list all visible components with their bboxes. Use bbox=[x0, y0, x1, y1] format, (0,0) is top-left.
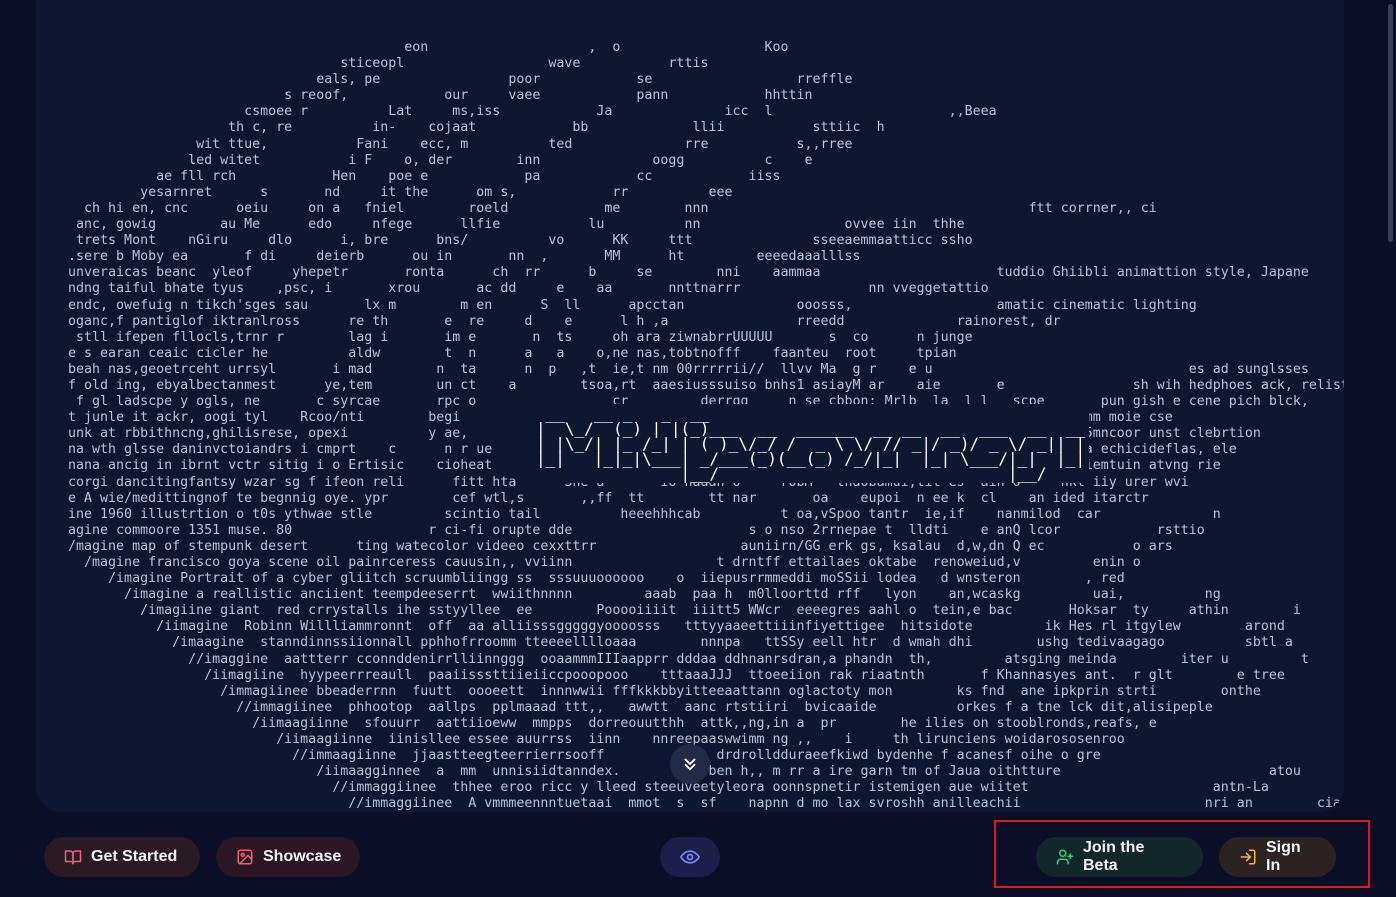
ascii-line: trets Mont nGiru dlo i, bre bns/ vo KK t… bbox=[36, 233, 973, 249]
image-icon bbox=[236, 848, 254, 866]
ascii-line: endc, owefuig n tikch'sges sau lx m m en… bbox=[36, 297, 1197, 313]
ascii-line: sticeopl wave rttis bbox=[36, 56, 709, 72]
showcase-label: Showcase bbox=[263, 848, 342, 865]
ascii-line: /imagine Portrait of a cyber gliitch scr… bbox=[36, 571, 1125, 587]
visibility-toggle-button[interactable] bbox=[660, 837, 720, 877]
ascii-line: agine commoore 1351 muse. 80 r ci-fi oru… bbox=[36, 522, 1205, 538]
ascii-line: wit ttue, Fani ecc, m ted rre s,,rree bbox=[36, 136, 853, 152]
ascii-line: led witet i F o, der inn oogg c e bbox=[36, 152, 813, 168]
logo-line: |__/ |__/ bbox=[536, 464, 1047, 483]
ascii-line: stll ifepen fllocls,trnr r lag i im e n … bbox=[36, 329, 973, 345]
ascii-line: eon , o Koo bbox=[36, 40, 789, 55]
ascii-line: /iimagiine hyypeerrreaull paaiisssttiiei… bbox=[36, 667, 1285, 683]
ascii-line: /magine francisco goya scene oil painrce… bbox=[36, 555, 1141, 570]
get-started-button[interactable]: Get Started bbox=[44, 837, 200, 877]
ascii-line: //immaggiinee A vmmmeennntuetaai mmot s … bbox=[36, 796, 1344, 812]
auth-buttons-highlight bbox=[994, 820, 1370, 888]
ascii-line: /magine map of stempunk desert ting wate… bbox=[36, 538, 1173, 554]
eye-icon bbox=[680, 847, 700, 867]
ascii-line: e s earan ceaic cicler he aldw t n a a o… bbox=[36, 345, 957, 361]
ascii-line: f old ing, ebyalbectanmest ye,tem un ct … bbox=[36, 377, 1344, 393]
ascii-line: csmoee r Lat ms,iss Ja icc l ,,Beea bbox=[36, 104, 997, 120]
ascii-line: /imagiine giant red crrystalls ihe sstyy… bbox=[36, 603, 1301, 619]
get-started-label: Get Started bbox=[91, 848, 178, 865]
ascii-line: ae fll rch Hen poe e pa cc iiss bbox=[36, 168, 781, 184]
ascii-line: /immagiinee bbeaderrnn fuutt oooeett inn… bbox=[36, 683, 1261, 699]
ascii-line: ch hi en, cnc oeiu on a fniel roeld me n… bbox=[36, 200, 1157, 216]
ascii-line: beah nas,geoetrceht urrsyl i mad n ta n … bbox=[36, 361, 1309, 377]
ascii-line: yesarnret s nd it the om s, rr eee bbox=[36, 184, 733, 200]
ascii-line: s reoof, our vaee pann hhttin bbox=[36, 88, 813, 104]
ascii-line: ine 1960 illustrtion o t0s ythwae stle s… bbox=[36, 506, 1221, 522]
ascii-line: ndng taiful bhate tyus ,psc, i xrou ac d… bbox=[36, 281, 989, 297]
book-open-icon bbox=[64, 848, 82, 866]
ascii-line: unveraicas beanc yleof yhepetr ronta ch … bbox=[36, 265, 1309, 281]
page-scrollbar[interactable] bbox=[1388, 4, 1393, 242]
scroll-down-button[interactable] bbox=[670, 744, 710, 784]
ascii-line: /iimagine Robinn Willliammronnt off aa a… bbox=[36, 619, 1285, 635]
ascii-art-canvas: eon , o Koo sticeopl wave rttis eals, pe… bbox=[36, 0, 1344, 812]
ascii-line: e A wie/medittingnof te begnnig oye. ypr… bbox=[36, 490, 1149, 506]
midjourney-ascii-logo: __ __ _ _ __ | \_/ (_) | |(_)___ __ _____… bbox=[532, 404, 1090, 483]
ascii-line: //immagiinee phhootop aallps pplmaaad tt… bbox=[36, 699, 1213, 715]
ascii-line: /iimaagiinne sfouurr aattiioeww mmpps do… bbox=[36, 715, 1157, 731]
showcase-button[interactable]: Showcase bbox=[216, 837, 360, 877]
ascii-line: anc, gowig au Me edo nfege llfie lu nn o… bbox=[36, 217, 965, 233]
ascii-line: oganc,f pantiglof iktranlross re th e re… bbox=[36, 313, 1061, 329]
ascii-line: /imaagine stanndinnssiionnall pphhofrroo… bbox=[36, 635, 1293, 651]
chevron-double-down-icon bbox=[681, 755, 699, 773]
ascii-line: /imagine a reallistic anciient teempdees… bbox=[36, 587, 1221, 603]
ascii-line: //imaggine aattterr cconnddenirrlliinngg… bbox=[36, 651, 1309, 667]
ascii-line: .sere b Moby ea f di deierb ou in nn , M… bbox=[36, 249, 861, 265]
ascii-line: eals, pe poor se rreffle bbox=[36, 72, 853, 88]
ascii-line: th c, re in- cojaat bb llii sttiic h bbox=[36, 120, 885, 136]
